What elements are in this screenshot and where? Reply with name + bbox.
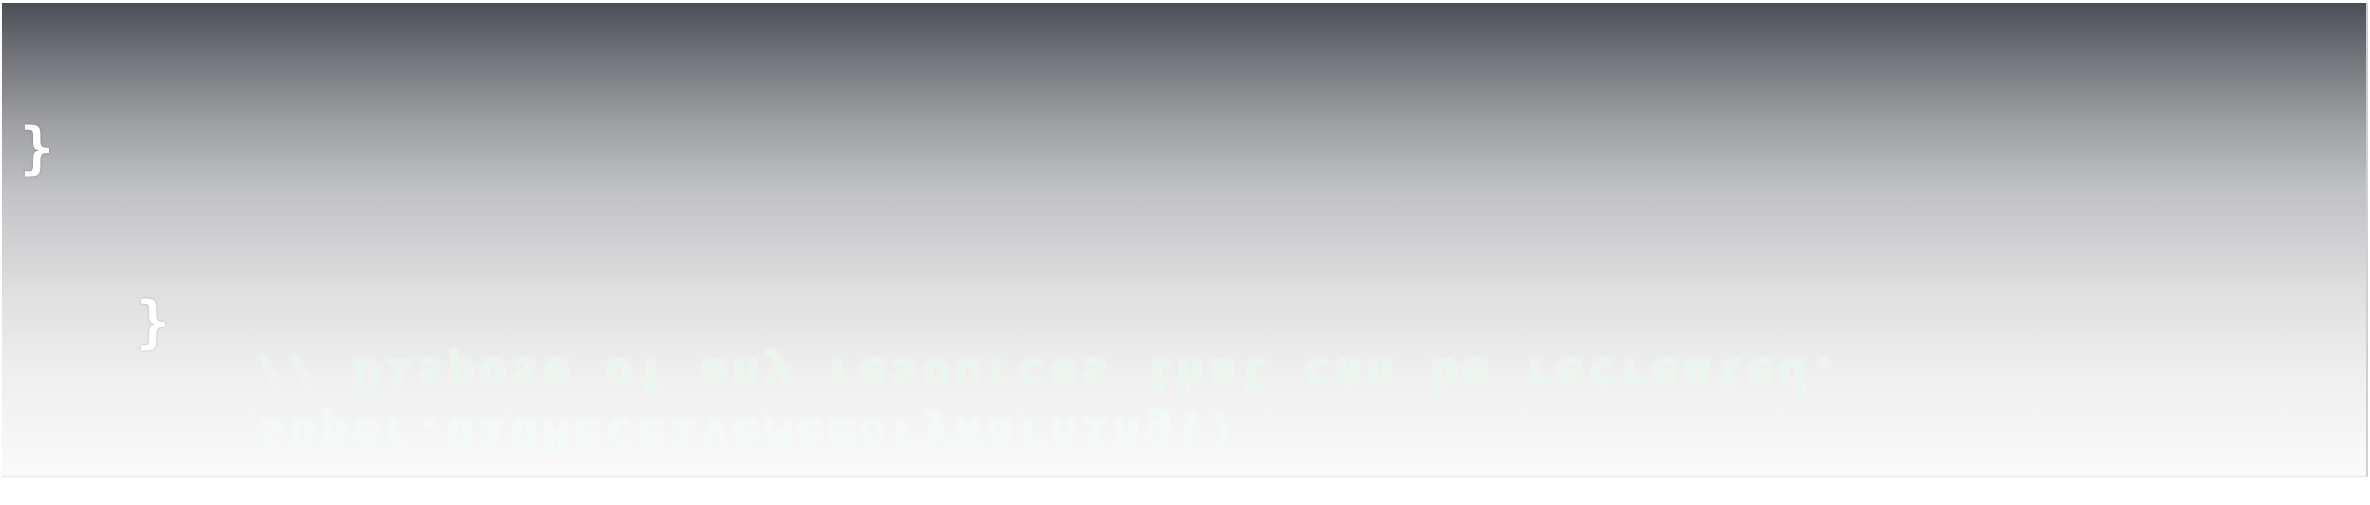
code-editor-reflection: } } // Dispose of any resources that can… xyxy=(2,3,2368,477)
reflected-comment-line: // Dispose of any resources that can be … xyxy=(257,348,1842,402)
closing-brace-outer: } xyxy=(20,116,54,181)
reflected-code-line: super.didReceiveMemoryWarning() xyxy=(257,408,1240,462)
closing-brace-inner: } xyxy=(136,290,170,355)
